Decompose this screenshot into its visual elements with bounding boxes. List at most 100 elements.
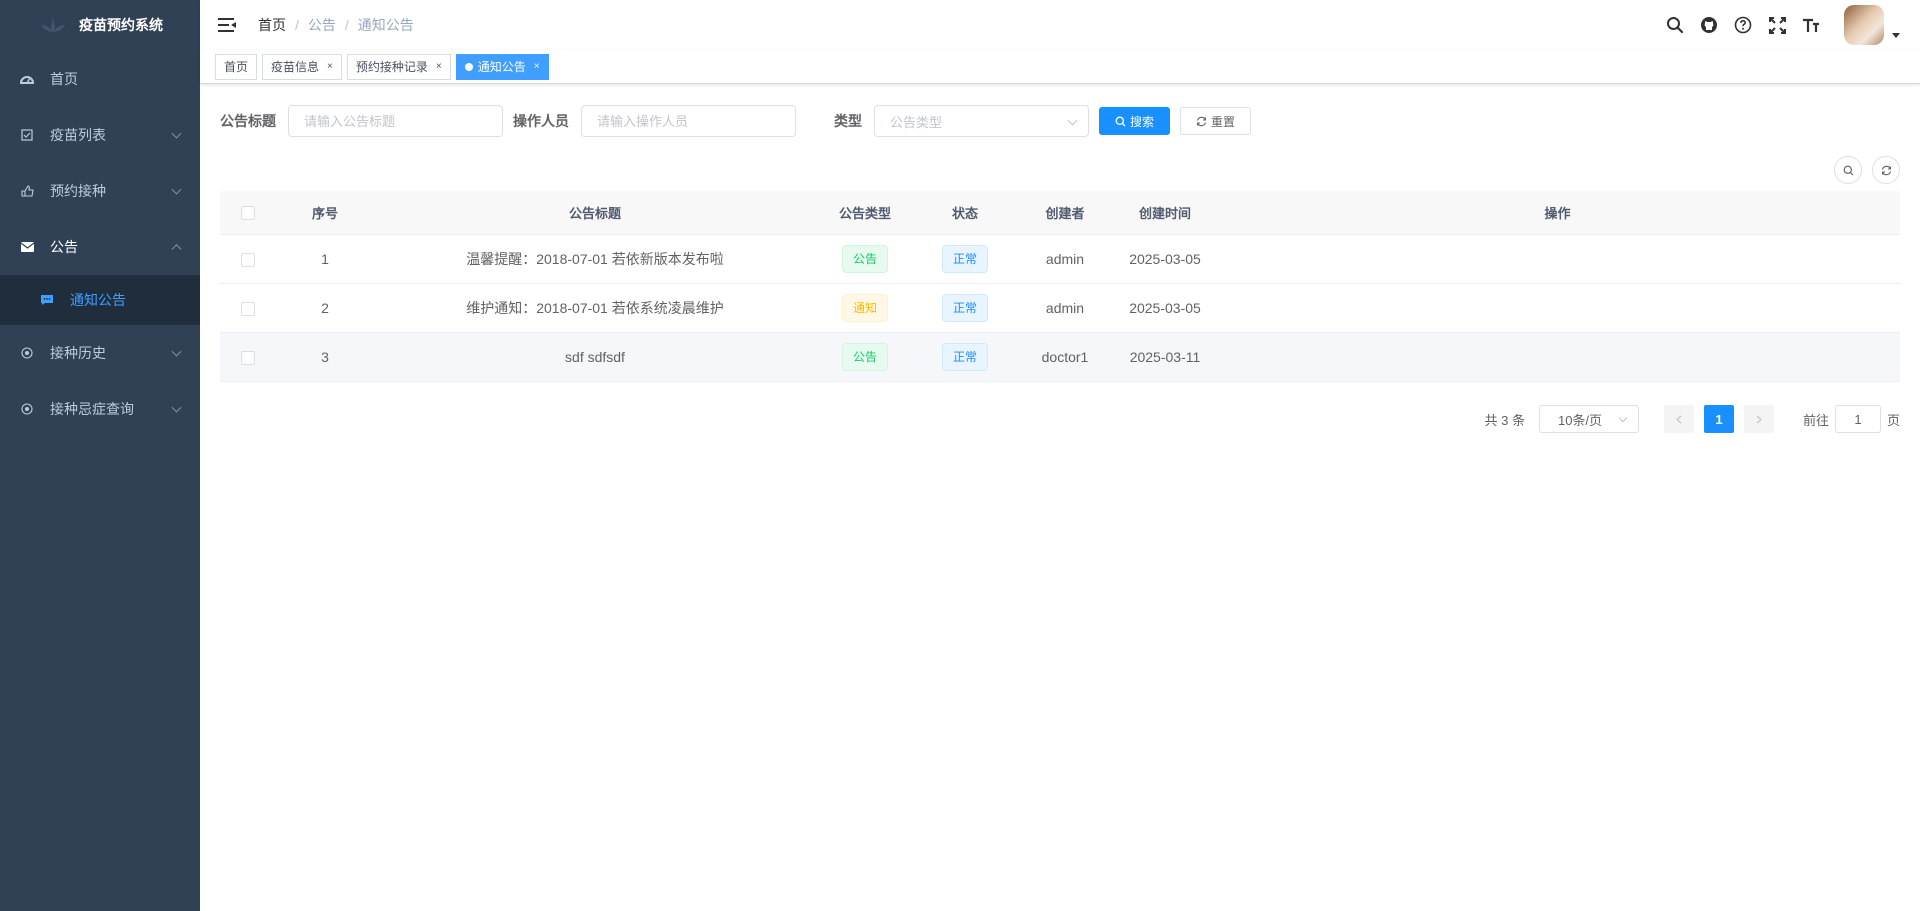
status-badge: 正常 (941, 293, 988, 322)
sidebar-item-home[interactable]: 首页 (0, 51, 200, 107)
tab-appointment-records[interactable]: 预约接种记录 × (346, 53, 451, 80)
toggle-search-button[interactable] (1834, 156, 1862, 184)
sidebar-item-vaccine-list[interactable]: 疫苗列表 (0, 107, 200, 163)
header-creator: 创建者 (1015, 191, 1115, 235)
header-type: 公告类型 (815, 191, 915, 235)
pagination-total: 共 3 条 (1484, 412, 1525, 428)
search-icon[interactable] (1666, 16, 1684, 34)
chevron-down-icon (1067, 115, 1078, 126)
header-time: 创建时间 (1115, 191, 1215, 235)
goto-label: 前往 (1802, 412, 1829, 428)
sidebar-item-contraindication[interactable]: 接种忌症查询 (0, 381, 200, 437)
sidebar-item-appointment[interactable]: 预约接种 (0, 163, 200, 219)
operator-input[interactable] (581, 105, 796, 137)
breadcrumb-separator: / (295, 17, 299, 33)
next-page-button[interactable] (1743, 405, 1774, 433)
row-checkbox[interactable] (240, 350, 255, 365)
cell-title: sdf sdfsdf (375, 332, 815, 382)
title-input[interactable] (288, 105, 503, 137)
cell-creator: doctor1 (1015, 332, 1115, 382)
navbar-tools (1666, 0, 1900, 50)
page-number-current[interactable]: 1 (1703, 405, 1734, 433)
refresh-button[interactable] (1872, 156, 1900, 184)
cell-type: 通知 (815, 283, 915, 333)
header-status: 状态 (915, 191, 1015, 235)
breadcrumb-notice: 通知公告 (357, 17, 414, 33)
table-header-row: 序号 公告标题 公告类型 状态 创建者 创建时间 操作 (220, 191, 1900, 235)
search-button[interactable]: 搜索 (1099, 107, 1171, 135)
close-icon[interactable]: × (327, 55, 333, 79)
sidebar-item-label: 公告 (50, 239, 78, 255)
tab-notice[interactable]: 通知公告 × (455, 53, 549, 80)
cell-title: 温馨提醒：2018-07-01 若依新版本发布啦 (375, 234, 815, 284)
table-toolbar (1834, 156, 1900, 184)
sidebar: 疫苗预约系统 首页 疫苗列表 预约接种 公告 通知公告 接种历史 接种忌症查询 (0, 0, 200, 911)
row-checkbox[interactable] (240, 252, 255, 267)
type-select[interactable]: 公告类型 (874, 105, 1089, 137)
avatar[interactable] (1844, 5, 1884, 45)
menu-toggle-icon[interactable] (218, 18, 236, 32)
tab-label: 疫苗信息 (271, 59, 320, 74)
refresh-icon (1196, 116, 1207, 126)
pagination: 共 3 条 10条/页 1 前往 页 (1484, 405, 1900, 433)
page-size-value: 10条/页 (1557, 412, 1603, 428)
sidebar-item-label: 接种历史 (50, 345, 106, 361)
chevron-down-icon (171, 402, 182, 413)
close-icon[interactable]: × (436, 55, 442, 79)
app-logo[interactable]: 疫苗预约系统 (0, 0, 200, 50)
type-badge: 通知 (841, 293, 888, 322)
chevron-left-icon (1676, 415, 1682, 423)
sidebar-item-announcement[interactable]: 公告 (0, 219, 200, 275)
search-button-label: 搜索 (1130, 114, 1155, 129)
chevron-down-icon (171, 184, 182, 195)
sidebar-subitem-notice[interactable]: 通知公告 (0, 275, 200, 325)
sidebar-subitem-label: 通知公告 (70, 292, 126, 308)
chevron-down-icon (171, 128, 182, 139)
reset-button[interactable]: 重置 (1180, 107, 1252, 135)
sidebar-item-label: 首页 (50, 71, 78, 87)
cell-index: 3 (275, 332, 375, 382)
cell-actions (1215, 283, 1900, 333)
page-jumper: 前往 页 (1803, 405, 1900, 433)
type-badge: 公告 (841, 342, 888, 371)
dashboard-icon (20, 72, 34, 86)
chevron-right-icon (1756, 415, 1762, 423)
row-checkbox[interactable] (240, 301, 255, 316)
row-select-cell (220, 234, 275, 284)
cell-actions (1215, 332, 1900, 382)
tab-vaccine-info[interactable]: 疫苗信息 × (262, 53, 342, 80)
github-icon[interactable] (1700, 16, 1718, 34)
sidebar-item-label: 预约接种 (50, 183, 106, 199)
page-suffix: 页 (1886, 412, 1900, 428)
notice-table: 序号 公告标题 公告类型 状态 创建者 创建时间 操作 1 温馨提醒：2018-… (220, 191, 1900, 382)
help-icon[interactable] (1734, 16, 1752, 34)
app-title: 疫苗预约系统 (79, 17, 163, 33)
cell-status: 正常 (915, 283, 1015, 333)
table-row: 2 维护通知：2018-07-01 若依系统凌晨维护 通知 正常 admin 2… (220, 283, 1900, 333)
cell-type: 公告 (815, 332, 915, 382)
title-label: 公告标题 (220, 113, 276, 129)
sidebar-item-history[interactable]: 接种历史 (0, 325, 200, 381)
cell-actions (1215, 234, 1900, 284)
fullscreen-icon[interactable] (1768, 16, 1786, 34)
search-icon (1115, 116, 1126, 126)
font-size-icon[interactable] (1802, 16, 1820, 34)
cell-index: 1 (275, 234, 375, 284)
refresh-icon (1881, 165, 1891, 175)
chevron-up-icon (171, 244, 182, 255)
chevron-down-icon (171, 346, 182, 357)
tab-home[interactable]: 首页 (215, 53, 258, 80)
select-all-checkbox[interactable] (240, 206, 255, 221)
logo-icon (41, 17, 65, 33)
caret-down-icon[interactable] (1892, 32, 1900, 38)
cell-creator: admin (1015, 234, 1115, 284)
tab-label: 预约接种记录 (355, 59, 428, 74)
cell-index: 2 (275, 283, 375, 333)
close-icon[interactable]: × (534, 55, 540, 79)
cell-type: 公告 (815, 234, 915, 284)
header-actions: 操作 (1215, 191, 1900, 235)
page-size-select[interactable]: 10条/页 (1538, 405, 1639, 433)
breadcrumb-home[interactable]: 首页 (258, 15, 286, 35)
prev-page-button[interactable] (1663, 405, 1694, 433)
goto-page-input[interactable] (1834, 405, 1881, 433)
